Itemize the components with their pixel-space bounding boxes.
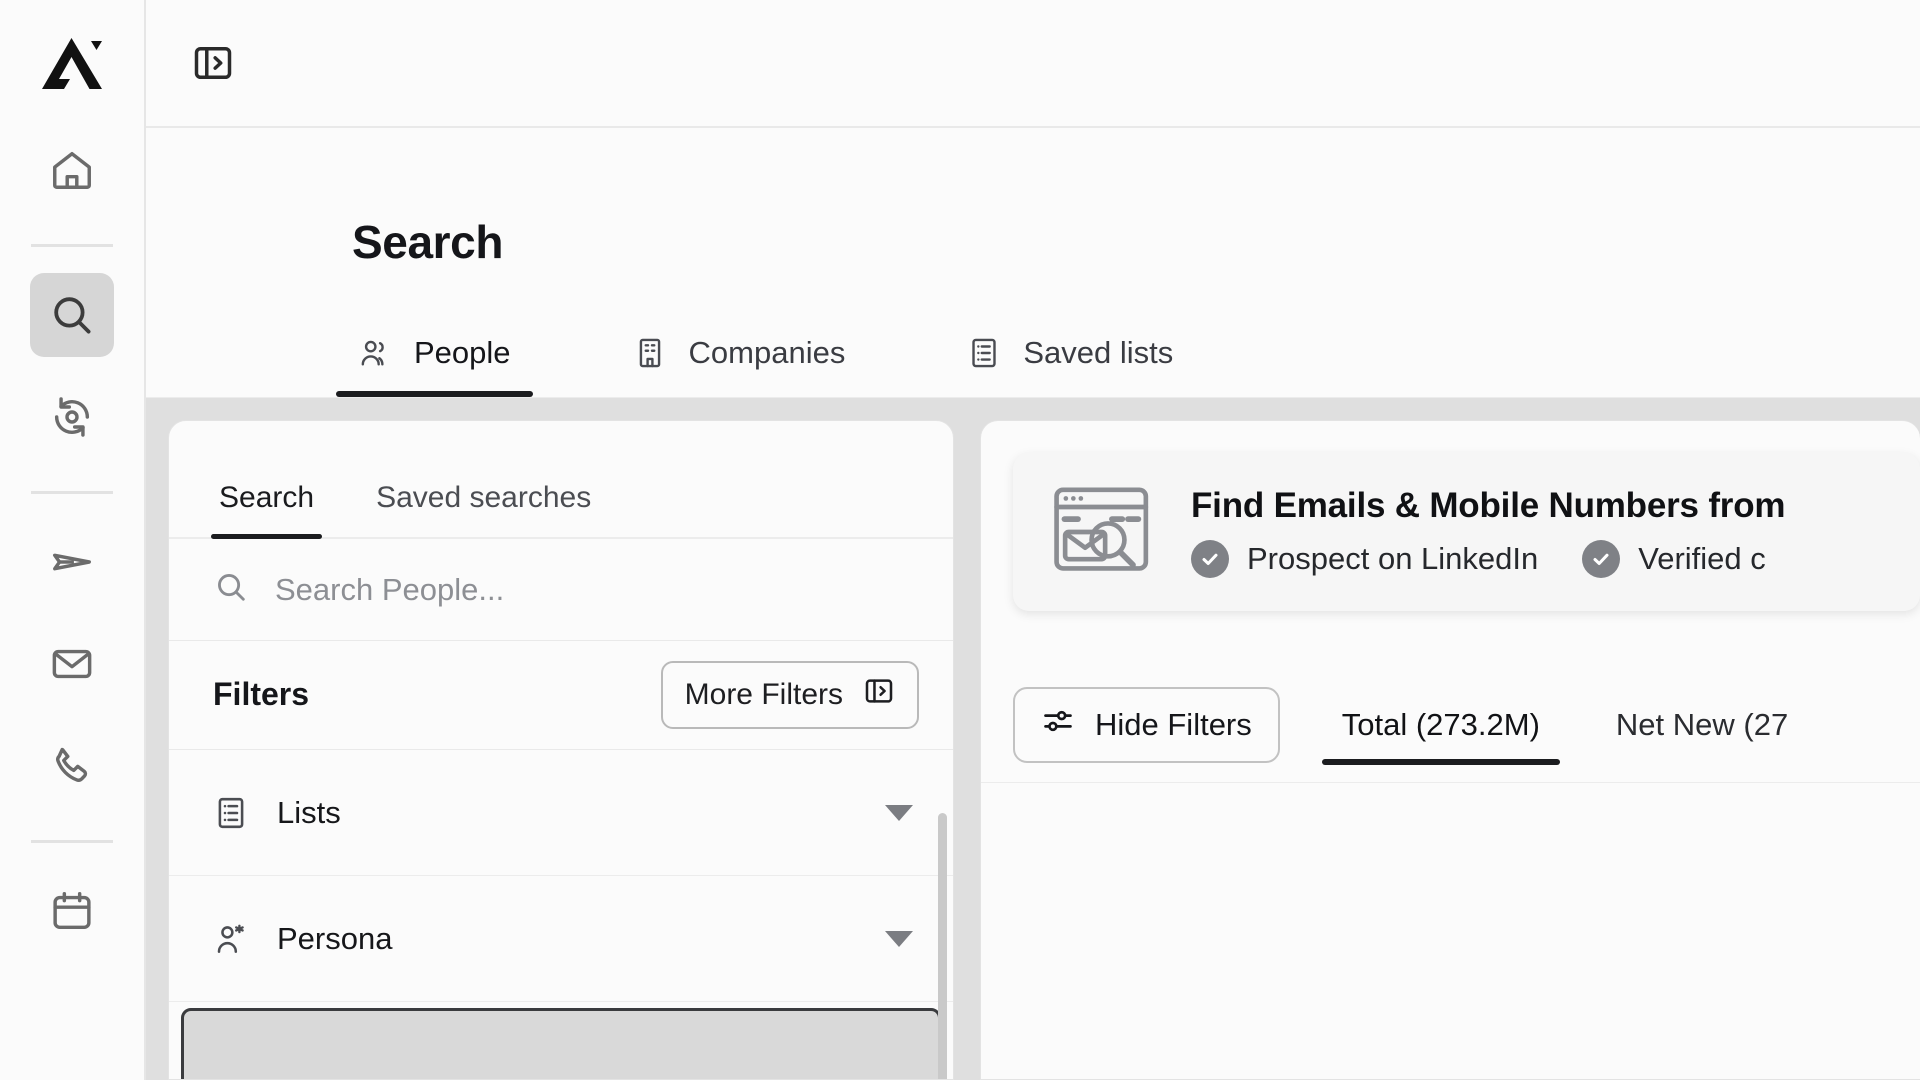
- results-body: [981, 783, 1920, 1079]
- sidebar-item-enrich[interactable]: [30, 375, 114, 459]
- sidebar-item-search[interactable]: [30, 273, 114, 357]
- check-circle-icon: [1582, 540, 1621, 578]
- filter-row-lists[interactable]: Lists: [169, 750, 953, 877]
- filters-title: Filters: [213, 676, 310, 713]
- sidebar-item-home[interactable]: [30, 128, 114, 212]
- browser-email-search-icon: [1049, 482, 1157, 582]
- sliders-icon: [1041, 704, 1075, 746]
- filter-panel: Search Saved searches Search People... F…: [168, 420, 954, 1080]
- promo-bullet-0-label: Prospect on LinkedIn: [1247, 541, 1539, 576]
- filters-header: Filters More Filters: [169, 641, 953, 751]
- main-region: Search People Companies Saved lists Sear…: [146, 0, 1920, 1080]
- promo-banner[interactable]: Find Emails & Mobile Numbers from Prospe…: [1013, 453, 1920, 611]
- sidebar-item-calls[interactable]: [30, 724, 114, 808]
- results-toolbar: Hide Filters Total (273.2M) Net New (27: [981, 667, 1920, 783]
- page-header: Search People Companies Saved lists: [146, 128, 1920, 398]
- tab-saved-lists[interactable]: Saved lists: [941, 335, 1199, 397]
- primary-nav-rail: [0, 0, 146, 1080]
- top-bar: [146, 0, 1920, 128]
- hide-filters-label: Hide Filters: [1095, 706, 1252, 742]
- tab-people[interactable]: People: [332, 335, 537, 397]
- person-star-icon: [213, 921, 249, 957]
- content-area: Search Saved searches Search People... F…: [146, 398, 1920, 1080]
- nav-divider-2: [31, 491, 113, 494]
- tab-saved-searches[interactable]: Saved searches: [368, 481, 599, 537]
- more-filters-button[interactable]: More Filters: [660, 660, 919, 729]
- promo-bullet-1-label: Verified c: [1638, 541, 1766, 576]
- page-title: Search: [352, 216, 504, 268]
- nav-divider-3: [31, 840, 113, 843]
- panel-expand-icon[interactable]: [182, 32, 244, 94]
- more-filters-label: More Filters: [684, 677, 843, 711]
- tab-total[interactable]: Total (273.2M): [1321, 667, 1561, 783]
- tab-saved-lists-label: Saved lists: [1023, 335, 1174, 370]
- tab-people-label: People: [414, 335, 511, 370]
- list-icon: [967, 336, 1001, 370]
- tab-search[interactable]: Search: [211, 481, 323, 540]
- promo-bullet-0: Prospect on LinkedIn: [1191, 540, 1538, 578]
- check-circle-icon: [1191, 540, 1229, 578]
- filter-panel-scrollbar[interactable]: [938, 813, 947, 1079]
- search-icon: [213, 569, 249, 610]
- filter-row-selected[interactable]: [181, 1008, 941, 1079]
- filter-rows: Lists Persona: [169, 750, 953, 1079]
- search-input-placeholder: Search People...: [275, 571, 505, 607]
- sidebar-item-sequences[interactable]: [30, 520, 114, 604]
- tab-companies[interactable]: Companies: [607, 335, 872, 397]
- promo-bullets: Prospect on LinkedIn Verified c: [1191, 540, 1785, 578]
- tab-net-new[interactable]: Net New (27: [1596, 667, 1808, 783]
- entity-tabs: People Companies Saved lists: [146, 335, 1920, 397]
- app-root: Search People Companies Saved lists Sear…: [0, 0, 1920, 1080]
- filter-row-persona[interactable]: Persona: [169, 876, 953, 1003]
- chevron-down-icon[interactable]: [885, 930, 913, 947]
- building-icon: [633, 336, 667, 370]
- results-panel: Find Emails & Mobile Numbers from Prospe…: [980, 420, 1920, 1080]
- panel-expand-icon: [863, 675, 895, 715]
- filter-row-lists-label: Lists: [277, 794, 341, 830]
- hide-filters-button[interactable]: Hide Filters: [1013, 686, 1280, 763]
- promo-bullet-1: Verified c: [1582, 540, 1766, 578]
- tab-companies-label: Companies: [688, 335, 846, 370]
- app-logo[interactable]: [0, 0, 145, 128]
- promo-text: Find Emails & Mobile Numbers from Prospe…: [1191, 486, 1786, 578]
- list-icon: [213, 795, 249, 831]
- sidebar-item-emails[interactable]: [30, 622, 114, 706]
- sidebar-item-meetings[interactable]: [30, 869, 114, 953]
- promo-title: Find Emails & Mobile Numbers from: [1191, 486, 1786, 525]
- people-icon: [358, 336, 392, 370]
- filter-row-persona-label: Persona: [277, 920, 393, 956]
- filter-panel-tabs: Search Saved searches: [169, 421, 953, 540]
- search-input[interactable]: Search People...: [169, 539, 953, 641]
- nav-divider-1: [31, 244, 113, 247]
- chevron-down-icon[interactable]: [885, 804, 913, 821]
